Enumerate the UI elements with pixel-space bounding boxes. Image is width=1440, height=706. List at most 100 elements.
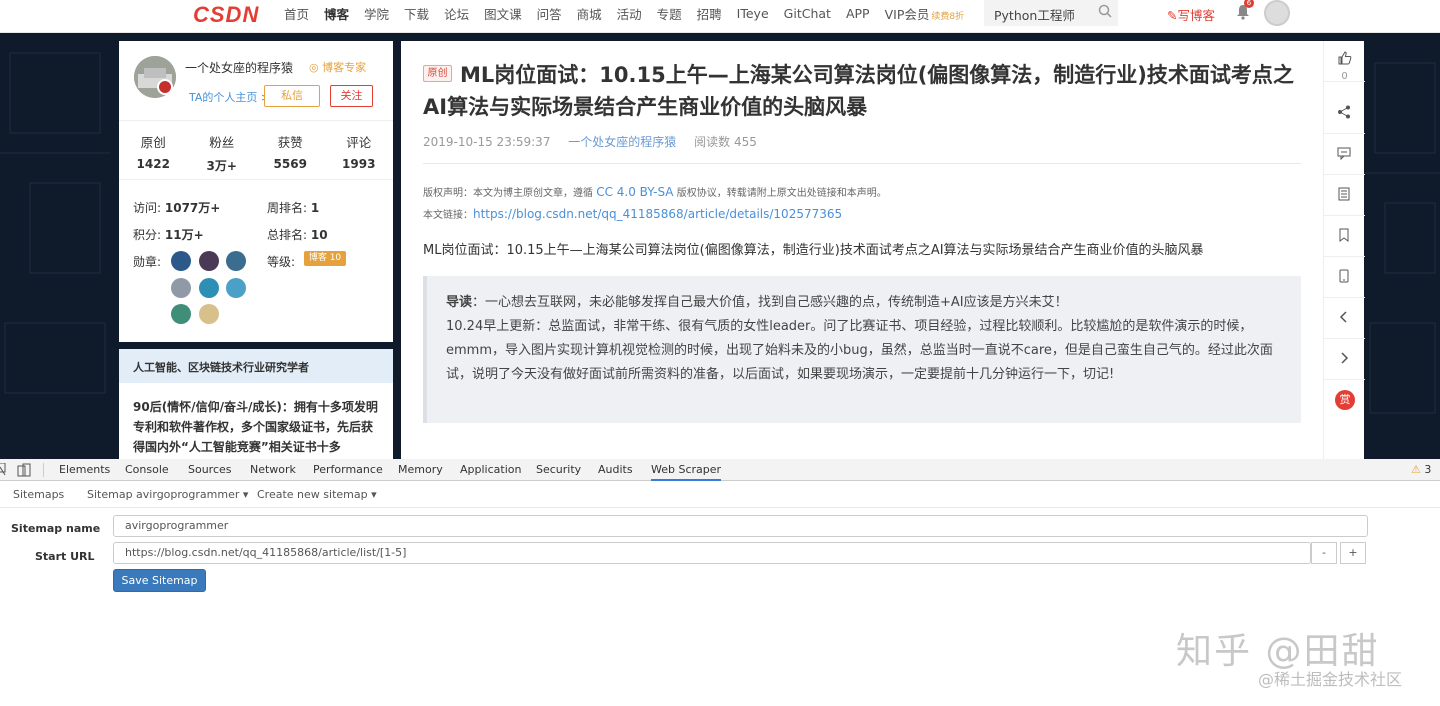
next-article-button[interactable] [1324,339,1365,380]
tab-security[interactable]: Security [536,459,581,481]
nav-create-sitemap[interactable]: Create new sitemap ▾ [257,482,377,508]
stat-fans: 粉丝 3万+ [188,121,257,179]
chevron-right-icon [1341,352,1349,364]
remove-url-button[interactable]: - [1311,542,1337,564]
nav-sitemaps[interactable]: Sitemaps [13,482,64,508]
follow-button[interactable]: 关注 [330,85,373,107]
author-home-link[interactable]: TA的个人主页 > [189,89,270,105]
tab-console[interactable]: Console [125,459,169,481]
article-toolbar: 0 赏 [1323,41,1365,459]
share-button[interactable] [1324,93,1365,134]
link-label: 本文链接： [423,210,473,221]
web-scraper-nav: Sitemaps Sitemap avirgoprogrammer ▾ Crea… [0,482,1440,508]
nav-current-sitemap[interactable]: Sitemap avirgoprogrammer ▾ [87,482,248,508]
nav-item-download[interactable]: 下载 [404,4,429,23]
nav-item-jobs[interactable]: 招聘 [697,4,722,23]
points: 积分: 11万+ [133,226,204,243]
save-sitemap-button[interactable]: Save Sitemap [113,569,206,592]
author-bio-card: 人工智能、区块链技术行业研究学者 90后(情怀/信仰/奋斗/成长)：拥有十多项发… [119,349,393,459]
bookmark-button[interactable] [1324,216,1365,257]
tab-performance[interactable]: Performance [313,459,383,481]
like-button[interactable]: 0 [1324,41,1365,82]
nav-item-vip[interactable]: VIP会员 续费8折 [885,4,965,23]
medal-icon[interactable] [171,304,191,324]
nav-item-home[interactable]: 首页 [284,4,309,23]
catalog-button[interactable] [1324,175,1365,216]
week-rank-label: 周排名: [267,201,308,215]
phone-icon [1339,269,1349,283]
tab-network[interactable]: Network [250,459,296,481]
quote-body: 10.24早上更新：总监面试，非常干练、很有气质的女性leader。问了比赛证书… [446,319,1273,382]
license-link[interactable]: CC 4.0 BY-SA [596,185,673,199]
nav-item-app[interactable]: APP [846,6,870,21]
medal-icon[interactable] [199,251,219,271]
article-author-link[interactable]: 一个处女座的程序猿 [568,135,676,149]
search-box[interactable]: Python工程师 [984,0,1118,26]
tab-audits[interactable]: Audits [598,459,633,481]
level-badge: 博客 10 [304,251,346,266]
mobile-button[interactable] [1324,257,1365,298]
stat-value: 1422 [136,157,170,171]
sitemap-name-input[interactable]: avirgoprogrammer [113,515,1368,537]
week-rank-value: 1 [310,201,320,215]
avatar-badge-icon [157,79,173,95]
medal-icon[interactable] [199,278,219,298]
sitemap-name-label: Sitemap name [11,522,101,535]
nav-item-qa[interactable]: 问答 [537,4,562,23]
medal-icon[interactable] [199,304,219,324]
tab-memory[interactable]: Memory [398,459,443,481]
nav-item-gitchat[interactable]: GitChat [784,6,831,21]
article-url-link[interactable]: https://blog.csdn.net/qq_41185868/articl… [473,207,842,221]
nav-item-forum[interactable]: 论坛 [444,4,469,23]
points-value: 11万+ [164,228,204,242]
author-name[interactable]: 一个处女座的程序猿 [185,59,293,76]
tab-web-scraper[interactable]: Web Scraper [651,459,722,481]
nav-item-events[interactable]: 活动 [617,4,642,23]
medal-icon[interactable] [226,251,246,271]
nav-item-mall[interactable]: 商城 [577,4,602,23]
csdn-logo[interactable]: CSDN [193,2,259,28]
copyright-prefix: 版权声明：本文为博主原创文章，遵循 [423,188,593,199]
article-date: 2019-10-15 23:59:37 [423,135,551,149]
search-icon[interactable] [1098,4,1112,18]
search-input[interactable]: Python工程师 [994,5,1075,24]
comment-icon [1337,147,1351,160]
article-meta: 2019-10-15 23:59:37 一个处女座的程序猿 阅读数 455 [423,133,757,150]
author-stats: 原创 1422 粉丝 3万+ 获赞 5569 评论 1993 [119,120,393,180]
start-url-input[interactable]: https://blog.csdn.net/qq_41185868/articl… [113,542,1311,564]
write-blog-label: 写博客 [1177,8,1215,23]
bio-header: 人工智能、区块链技术行业研究学者 [119,349,393,383]
tab-sources[interactable]: Sources [188,459,232,481]
comment-button[interactable] [1324,134,1365,175]
nav-item-topics[interactable]: 专题 [657,4,682,23]
inspect-icon[interactable] [0,463,6,476]
week-rank: 周排名: 1 [267,199,319,216]
total-rank: 总排名: 10 [267,226,328,243]
stat-label: 评论 [346,135,372,150]
device-toggle-icon[interactable] [17,463,31,477]
stat-comments: 评论 1993 [325,121,394,179]
nav-item-blog[interactable]: 博客 [324,4,349,23]
tab-elements[interactable]: Elements [59,459,110,481]
nav-item-course[interactable]: 图文课 [484,4,522,23]
medal-icon[interactable] [171,278,191,298]
medal-icon[interactable] [171,251,191,271]
juejin-watermark: @稀土掘金技术社区 [1258,670,1403,689]
private-message-button[interactable]: 私信 [264,85,320,107]
stat-value: 1993 [342,157,376,171]
write-blog-button[interactable]: ✎写博客 [1167,5,1215,24]
stat-value: 5569 [273,157,307,171]
stat-value: 3万+ [206,159,237,173]
warning-counter[interactable]: ⚠ 3 [1411,459,1431,481]
add-url-button[interactable]: + [1340,542,1366,564]
medal-icon[interactable] [226,278,246,298]
nav-item-iteye[interactable]: ITeye [737,6,769,21]
prev-article-button[interactable] [1324,298,1365,339]
tab-application[interactable]: Application [460,459,521,481]
nav-item-academy[interactable]: 学院 [364,4,389,23]
reward-button[interactable]: 赏 [1335,390,1355,410]
quote-line1: ：一心想去互联网，未必能够发挥自己最大价值，找到自己感兴趣的点，传统制造+AI应… [472,295,1068,310]
warning-icon: ⚠ [1411,463,1421,476]
article-main: ML岗位面试：10.15上午—上海某公司算法岗位(偏图像算法，制造行业)技术面试… [401,41,1323,459]
user-avatar[interactable] [1264,0,1290,26]
